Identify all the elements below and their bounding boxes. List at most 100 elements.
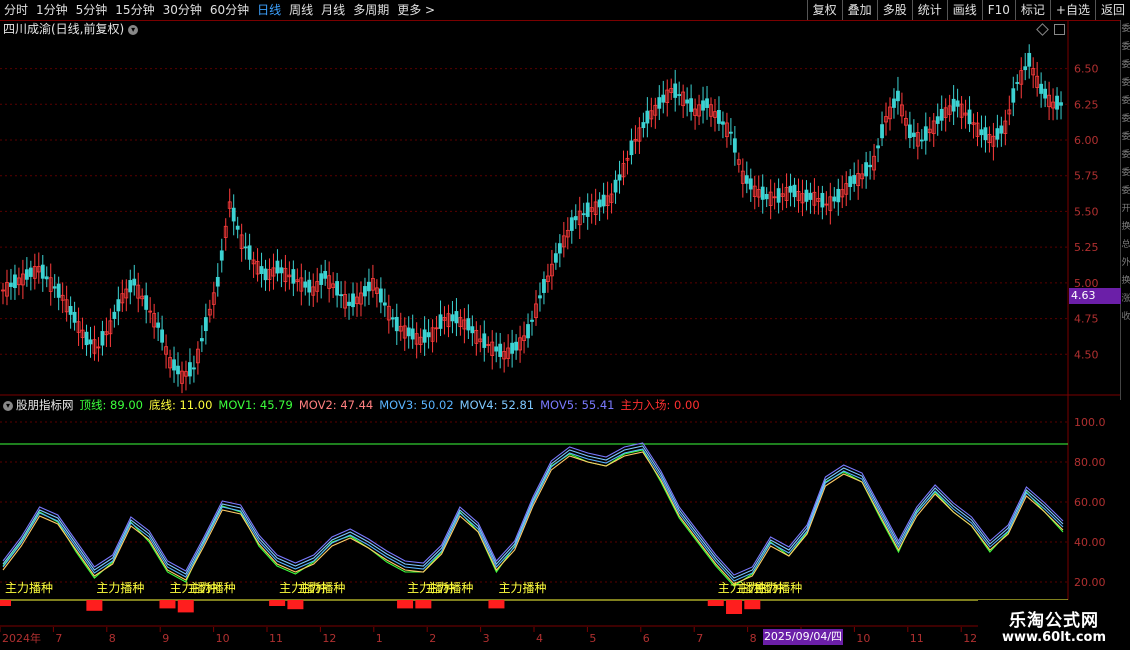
annotation-label: 主力播种 xyxy=(754,581,802,595)
candle-body xyxy=(661,94,666,103)
candle-body xyxy=(705,98,709,108)
candle-body xyxy=(13,274,17,289)
candle-body xyxy=(1011,88,1016,103)
indicator-value-4: MOV3: 50.02 xyxy=(379,398,454,412)
watermark-name: 乐淘公式网 xyxy=(1009,611,1099,631)
indicator-value-6: MOV5: 55.41 xyxy=(540,398,615,412)
candle-body xyxy=(939,108,944,121)
candle-body xyxy=(629,140,634,156)
candle-body xyxy=(72,311,77,323)
chart-canvas[interactable]: 主力播种 主力播种 主力播种主力播种 主力播种主力播种 主力播种主力播种 主力播种 主力播种… xyxy=(0,0,1120,650)
candle-body xyxy=(84,331,89,346)
candle-body xyxy=(406,327,411,337)
date-label-18: 12 xyxy=(963,632,977,645)
candle-body xyxy=(466,318,471,331)
candle-body xyxy=(979,129,984,136)
date-label-17: 11 xyxy=(910,632,924,645)
candle-body xyxy=(259,266,264,275)
candle-body xyxy=(514,341,519,351)
candle-body xyxy=(1027,52,1032,67)
annotation-label: 主力播种 xyxy=(425,581,473,595)
candle-body xyxy=(864,162,869,177)
candle-body xyxy=(40,264,45,279)
candle-body xyxy=(450,314,455,322)
candle-body xyxy=(1043,88,1048,99)
candle-body xyxy=(585,202,590,217)
side-label-2: 委 xyxy=(1121,60,1130,70)
osc-tick-3: 40.00 xyxy=(1074,536,1106,549)
side-label-8: 委 xyxy=(1121,168,1130,178)
candle-body xyxy=(394,316,399,332)
candle-body xyxy=(995,128,1000,140)
side-label-0: 委 xyxy=(1121,24,1130,34)
date-label-7: 1 xyxy=(376,632,383,645)
osc-tick-0: 100.0 xyxy=(1074,416,1106,429)
candle-body xyxy=(538,295,542,299)
price-tick-0: 6.50 xyxy=(1074,63,1099,76)
candle-body xyxy=(367,281,371,292)
mov2-line xyxy=(2,451,1064,585)
candle-body xyxy=(498,343,503,357)
candle-body xyxy=(868,164,873,168)
candle-body xyxy=(1023,66,1028,71)
candle-body xyxy=(335,281,340,296)
candle-body xyxy=(597,199,602,208)
side-label-7: 委 xyxy=(1121,150,1130,160)
candle-body xyxy=(530,319,534,322)
entry-bar xyxy=(726,600,743,614)
candle-body xyxy=(911,132,916,137)
date-label-8: 2 xyxy=(429,632,436,645)
candle-body xyxy=(701,100,705,111)
red-entry-bars xyxy=(0,600,761,614)
candle-body xyxy=(188,362,192,377)
candle-body xyxy=(820,192,825,208)
candle-body xyxy=(172,359,176,371)
date-label-2: 8 xyxy=(109,632,116,645)
price-tick-5: 5.25 xyxy=(1074,241,1099,254)
candle-body xyxy=(128,280,133,293)
date-label-13: 7 xyxy=(696,632,703,645)
candle-body xyxy=(1059,102,1063,106)
candle-body xyxy=(581,213,586,216)
chevron-down-icon[interactable]: ▾ xyxy=(3,400,13,411)
side-info-strip: 委委委委委委委委委委开换总外换涨收 xyxy=(1120,20,1130,400)
indicator-value-2: MOV1: 45.79 xyxy=(218,398,293,412)
candle-body xyxy=(760,186,765,200)
candle-body xyxy=(307,279,312,293)
date-label-0: 2024年 xyxy=(2,631,41,645)
oscillator-lines xyxy=(0,442,1068,601)
candle-body xyxy=(685,99,690,104)
candle-body xyxy=(56,283,61,298)
indicator-value-3: MOV2: 47.44 xyxy=(298,398,374,412)
candle-body xyxy=(788,185,793,193)
candle-body xyxy=(645,110,650,124)
date-label-6: 12 xyxy=(322,632,336,645)
watermark-url: www.60lt.com xyxy=(1001,630,1107,645)
annotation-label: 主力播种 xyxy=(5,581,53,595)
price-tick-1: 6.25 xyxy=(1074,98,1099,111)
candle-body xyxy=(748,178,753,190)
side-label-9: 委 xyxy=(1121,186,1130,196)
candle-body xyxy=(673,83,678,98)
side-label-16: 收 xyxy=(1121,312,1130,322)
entry-bar xyxy=(397,600,414,609)
candle-body xyxy=(677,94,682,96)
candle-body xyxy=(967,109,972,125)
date-label-3: 9 xyxy=(162,632,169,645)
candle-body xyxy=(836,188,841,203)
entry-bar xyxy=(287,600,304,610)
indicator-header: ▾ 股朋指标网 顶线: 89.00 底线: 11.00 MOV1: 45.79 MOV2:… xyxy=(3,397,712,413)
candle-body xyxy=(160,329,165,343)
candle-body xyxy=(955,100,960,107)
candle-body xyxy=(983,127,988,141)
candle-body xyxy=(116,299,121,312)
candle-body xyxy=(907,124,912,139)
price-tick-4: 5.50 xyxy=(1074,205,1099,218)
candle-body xyxy=(1055,95,1059,110)
side-label-1: 委 xyxy=(1121,42,1130,52)
candle-body xyxy=(426,332,431,338)
price-tick-3: 5.75 xyxy=(1074,170,1099,183)
candle-body xyxy=(219,250,224,261)
annotation-label: 主力播种 xyxy=(188,581,236,595)
side-label-12: 总 xyxy=(1121,240,1130,250)
